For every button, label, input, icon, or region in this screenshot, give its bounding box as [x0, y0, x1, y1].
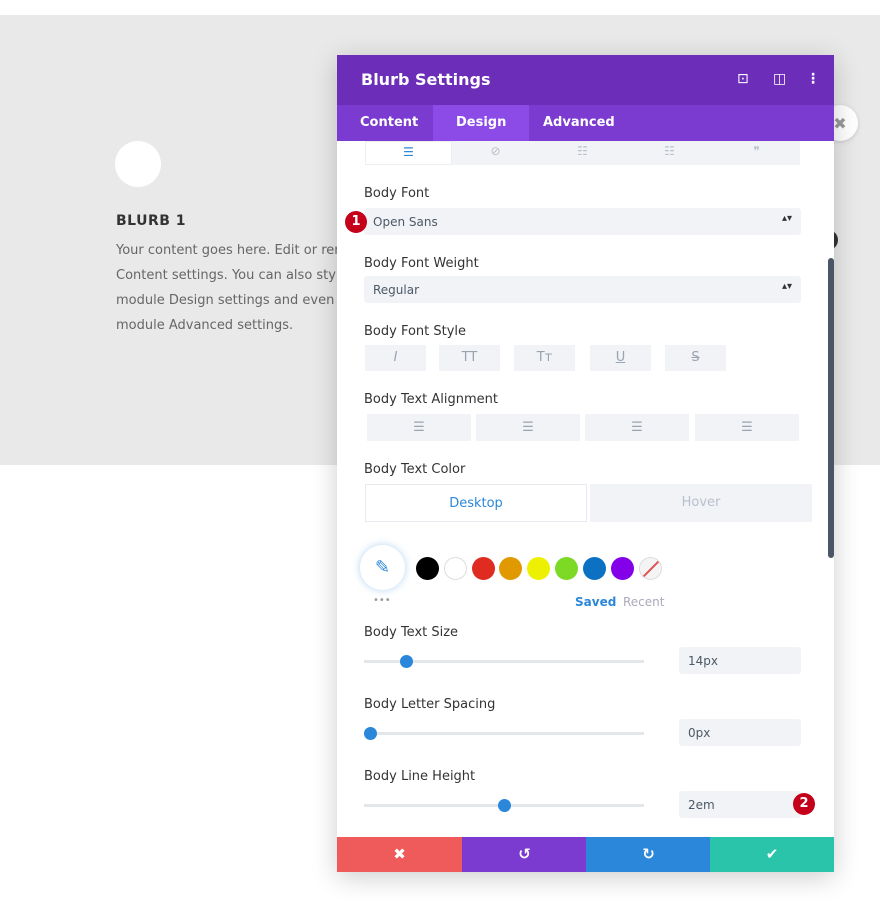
align-left-icon[interactable]: ☰: [367, 414, 471, 441]
body-line-height-slider[interactable]: [364, 799, 644, 812]
color-swatch[interactable]: [582, 557, 606, 580]
scrollbar[interactable]: [828, 258, 834, 558]
split-view-icon[interactable]: ◫: [773, 71, 786, 87]
link-subtab-icon[interactable]: ⊘: [452, 141, 539, 165]
step-badge-1: 1: [345, 211, 367, 233]
select-arrows-icon: ▴▾: [781, 281, 792, 292]
strikethrough-button[interactable]: S: [665, 345, 726, 371]
uppercase-button[interactable]: TT: [439, 345, 500, 371]
color-swatch[interactable]: [443, 557, 467, 580]
modal-tabs: Content Design Advanced: [337, 105, 834, 141]
body-font-label: Body Font: [364, 186, 430, 201]
color-swatch[interactable]: [471, 557, 495, 580]
modal-header: Blurb Settings ⊡ ◫ ⋮: [337, 55, 834, 105]
body-letter-spacing-slider[interactable]: [363, 727, 644, 740]
body-line-height-label: Body Line Height: [364, 769, 476, 784]
color-swatch[interactable]: [499, 557, 523, 580]
saved-colors-tab[interactable]: Saved: [575, 595, 616, 609]
body-text-size-label: Body Text Size: [364, 625, 459, 640]
color-swatch[interactable]: [527, 557, 551, 580]
save-button[interactable]: ✔: [710, 837, 834, 872]
body-font-select[interactable]: Open Sans ▴▾: [364, 208, 801, 235]
modal-title: Blurb Settings: [361, 70, 491, 89]
blurb-text: Your content goes here. Edit or remov: [116, 243, 363, 258]
italic-button[interactable]: I: [365, 345, 426, 371]
slider-knob[interactable]: [363, 727, 377, 740]
slider-knob[interactable]: [498, 799, 511, 812]
blurb-image: [115, 141, 161, 187]
quote-subtab-icon[interactable]: ❞: [713, 141, 800, 165]
blurb-text: module Design settings and even appl: [116, 293, 367, 308]
ordered-list-subtab-icon[interactable]: ☷: [626, 141, 713, 165]
color-swatch[interactable]: [416, 557, 439, 580]
underline-button[interactable]: U: [590, 345, 651, 371]
tab-content[interactable]: Content: [337, 105, 441, 141]
text-align-subtab-icon[interactable]: ☰: [365, 141, 452, 165]
step-badge-2: 2: [793, 793, 815, 815]
eyedropper-icon[interactable]: ✎: [360, 545, 405, 590]
body-letter-spacing-label: Body Letter Spacing: [364, 697, 496, 712]
recent-colors-tab[interactable]: Recent: [623, 595, 664, 609]
body-font-weight-select[interactable]: Regular ▴▾: [364, 276, 801, 303]
body-text-alignment-label: Body Text Alignment: [364, 392, 498, 407]
color-swatch[interactable]: [555, 557, 578, 580]
tab-desktop[interactable]: Desktop: [365, 484, 587, 522]
slider-knob[interactable]: [400, 655, 413, 668]
focus-icon[interactable]: ⊡: [737, 71, 749, 87]
redo-button[interactable]: ↻: [586, 837, 711, 872]
undo-button[interactable]: ↺: [462, 837, 587, 872]
color-swatch[interactable]: [610, 557, 634, 580]
body-text-size-input[interactable]: 14px: [679, 647, 801, 674]
cancel-button[interactable]: ✖: [337, 837, 462, 872]
more-icon[interactable]: ⋮: [806, 71, 820, 87]
body-letter-spacing-input[interactable]: 0px: [679, 719, 801, 746]
list-subtab-icon[interactable]: ☷: [539, 141, 626, 165]
body-font-value: Open Sans: [373, 215, 438, 229]
no-color-swatch[interactable]: [639, 557, 662, 580]
blurb-text: module Advanced settings.: [116, 318, 294, 333]
capitalize-button[interactable]: Tт: [514, 345, 575, 371]
tab-hover[interactable]: Hover: [590, 484, 812, 522]
tab-design[interactable]: Design: [433, 105, 530, 141]
more-colors-icon[interactable]: •••: [373, 595, 391, 606]
body-font-weight-label: Body Font Weight: [364, 256, 479, 271]
tab-advanced[interactable]: Advanced: [520, 105, 638, 141]
blurb-settings-modal: Blurb Settings ⊡ ◫ ⋮ Content Design Adva…: [337, 55, 834, 872]
body-font-style-label: Body Font Style: [364, 324, 467, 339]
body-line-height-input[interactable]: 2em: [679, 791, 801, 818]
blurb-text: Content settings. You can also style ev: [116, 268, 368, 283]
body-text-size-slider[interactable]: [364, 655, 644, 668]
body-font-weight-value: Regular: [373, 283, 420, 297]
align-center-icon[interactable]: ☰: [476, 414, 580, 441]
body-text-color-label: Body Text Color: [364, 462, 466, 477]
blurb-title: BLURB 1: [116, 213, 187, 229]
align-justify-icon[interactable]: ☰: [695, 414, 799, 441]
select-arrows-icon: ▴▾: [781, 213, 792, 224]
align-right-icon[interactable]: ☰: [585, 414, 689, 441]
